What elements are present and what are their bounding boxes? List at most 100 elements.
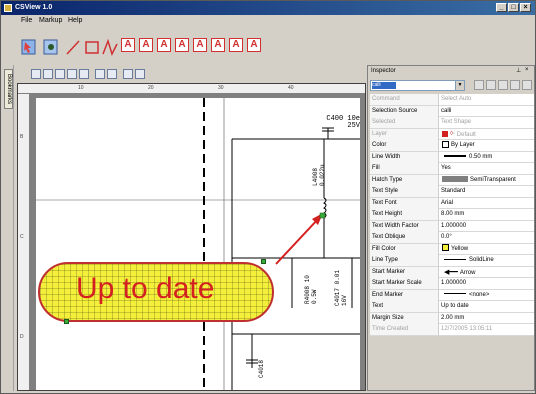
property-row[interactable]: End Marker <none> bbox=[370, 289, 534, 301]
property-value: <none> bbox=[441, 290, 534, 301]
line-tool-icon[interactable] bbox=[65, 38, 81, 56]
callout-tool-icon[interactable]: A bbox=[175, 38, 189, 52]
callout-label: Up to date bbox=[76, 272, 215, 305]
property-row[interactable]: Selected Text Shape bbox=[370, 117, 534, 129]
property-row[interactable]: Hatch Type SemiTransparent bbox=[370, 174, 534, 186]
horizontal-ruler: 10 20 30 40 bbox=[18, 84, 365, 94]
callout-grip-bottom-left[interactable] bbox=[64, 319, 69, 324]
property-row[interactable]: Command Select Auto bbox=[370, 94, 534, 106]
bookmarks-tab[interactable]: Bookmarks bbox=[4, 69, 13, 109]
dropdown-arrow-icon[interactable]: ▼ bbox=[455, 81, 464, 90]
rotate-icon[interactable] bbox=[95, 69, 105, 79]
callout-text-shape[interactable]: Up to date bbox=[38, 262, 274, 322]
end-marker-value: <none> bbox=[469, 291, 490, 298]
line-width-sample bbox=[444, 154, 466, 157]
property-value: Standard bbox=[441, 188, 466, 194]
maximize-button[interactable]: □ bbox=[508, 3, 519, 12]
property-key: Text Height bbox=[370, 209, 439, 220]
property-row[interactable]: Text Width Factor 1.000000 bbox=[370, 220, 534, 232]
property-row[interactable]: Fill Yes bbox=[370, 163, 534, 175]
pan-tool-icon[interactable] bbox=[43, 38, 59, 56]
filter-icon[interactable] bbox=[510, 80, 520, 90]
hatch-sample bbox=[442, 175, 468, 182]
note-text-tool-icon[interactable]: A bbox=[229, 38, 243, 52]
zoom-out-icon[interactable] bbox=[43, 69, 53, 79]
print-icon[interactable] bbox=[107, 69, 117, 79]
property-key: Text Style bbox=[370, 186, 439, 197]
inspector-title-bar: Inspector ⊥ × bbox=[368, 66, 534, 77]
zoom-extents-icon[interactable] bbox=[79, 69, 89, 79]
end-marker-sample bbox=[444, 293, 466, 295]
property-row[interactable]: Text Style Standard bbox=[370, 186, 534, 198]
window-title: CSView 1.0 bbox=[15, 4, 53, 11]
label-r4008: R4008 10 0.5W bbox=[304, 275, 318, 304]
stamp-text-tool-icon[interactable]: A bbox=[211, 38, 225, 52]
settings-icon[interactable] bbox=[135, 69, 145, 79]
text-tool-icon[interactable]: A bbox=[121, 38, 135, 52]
property-row[interactable]: Fill Color Yellow bbox=[370, 243, 534, 255]
minimize-button[interactable]: _ bbox=[496, 3, 507, 12]
property-key: Fill Color bbox=[370, 243, 439, 255]
menu-markup[interactable]: Markup bbox=[39, 17, 62, 24]
label-c4017: C4017 0.01 16V bbox=[334, 269, 348, 306]
layers-icon[interactable] bbox=[123, 69, 133, 79]
property-value: 1.000000 bbox=[441, 280, 467, 286]
property-value: calli bbox=[441, 107, 452, 114]
property-row[interactable]: Time Created 12/7/2005 13:05:11 bbox=[370, 324, 534, 336]
arrow-marker-icon: ◀━━ bbox=[444, 268, 458, 276]
callout-grip-top-right[interactable] bbox=[261, 259, 266, 264]
app-icon bbox=[4, 4, 12, 12]
panel-close-icon[interactable]: × bbox=[525, 67, 529, 73]
start-marker-value: Arrow bbox=[459, 269, 476, 276]
property-key: Text Width Factor bbox=[370, 220, 439, 232]
object-selector[interactable]: calli ▼ bbox=[370, 80, 465, 91]
close-button[interactable]: × bbox=[520, 3, 531, 12]
property-key: Color bbox=[370, 140, 439, 151]
menu-help[interactable]: Help bbox=[68, 17, 82, 24]
drawing-sheet: C400 10e 25V L4008 0.022u R4008 10 0.5W … bbox=[36, 98, 360, 390]
select-tool-icon[interactable] bbox=[21, 38, 37, 56]
property-row[interactable]: Selection Source calli bbox=[370, 105, 534, 117]
zoom-in-icon[interactable] bbox=[31, 69, 41, 79]
drawing-canvas[interactable]: 10 20 30 40 B C D C400 10e 25V L4008 0.0… bbox=[17, 83, 366, 391]
property-key: Line Width bbox=[370, 151, 439, 163]
sort-category-icon[interactable] bbox=[486, 80, 496, 90]
fit-page-icon[interactable] bbox=[55, 69, 65, 79]
app-window: CSView 1.0 _ □ × File Markup Help A A A … bbox=[0, 0, 536, 394]
rectangle-tool-icon[interactable] bbox=[84, 38, 100, 56]
property-value: SolidLine bbox=[441, 255, 534, 266]
rounded-text-tool-icon[interactable]: A bbox=[193, 38, 207, 52]
sort-alpha-icon[interactable] bbox=[474, 80, 484, 90]
properties-icon[interactable] bbox=[498, 80, 508, 90]
hatch-value: SemiTransparent bbox=[470, 176, 516, 183]
label-tool-icon[interactable]: A bbox=[247, 38, 261, 52]
property-row[interactable]: Text Height 8.00 mm bbox=[370, 209, 534, 221]
document-toolbar bbox=[17, 65, 366, 83]
polyline-tool-icon[interactable] bbox=[102, 38, 118, 56]
property-value: 0.50 mm bbox=[441, 152, 534, 163]
property-value: Arial bbox=[441, 199, 454, 206]
property-key: Text Font bbox=[370, 197, 439, 209]
property-key: Text Oblique bbox=[370, 232, 439, 243]
property-row[interactable]: Color By Layer bbox=[370, 140, 534, 152]
property-row[interactable]: Text Oblique 0.0° bbox=[370, 232, 534, 244]
color-value: By Layer bbox=[451, 142, 475, 148]
property-row[interactable]: Line Type SolidLine bbox=[370, 255, 534, 267]
pin-icon[interactable]: ⊥ bbox=[516, 67, 521, 74]
cloud-text-tool-icon[interactable]: A bbox=[157, 38, 171, 52]
property-key: End Marker bbox=[370, 289, 439, 301]
property-row[interactable]: Margin Size 2.00 mm bbox=[370, 312, 534, 324]
property-key: Start Marker Scale bbox=[370, 278, 439, 289]
menu-file[interactable]: File bbox=[21, 17, 32, 24]
property-row[interactable]: Text Up to date bbox=[370, 301, 534, 313]
property-row[interactable]: Text Font Arial bbox=[370, 197, 534, 209]
fill-color-value: Yellow bbox=[451, 245, 469, 252]
property-row[interactable]: Start Marker Scale 1.000000 bbox=[370, 278, 534, 290]
property-row[interactable]: Line Width 0.50 mm bbox=[370, 151, 534, 163]
zoom-window-icon[interactable] bbox=[67, 69, 77, 79]
vertical-ruler: B C D bbox=[18, 94, 30, 390]
property-row[interactable]: Layer ◊◦ Default bbox=[370, 128, 534, 140]
property-row[interactable]: Start Marker ◀━━ Arrow bbox=[370, 266, 534, 278]
help-icon[interactable] bbox=[522, 80, 532, 90]
text-box-tool-icon[interactable]: A bbox=[139, 38, 153, 52]
